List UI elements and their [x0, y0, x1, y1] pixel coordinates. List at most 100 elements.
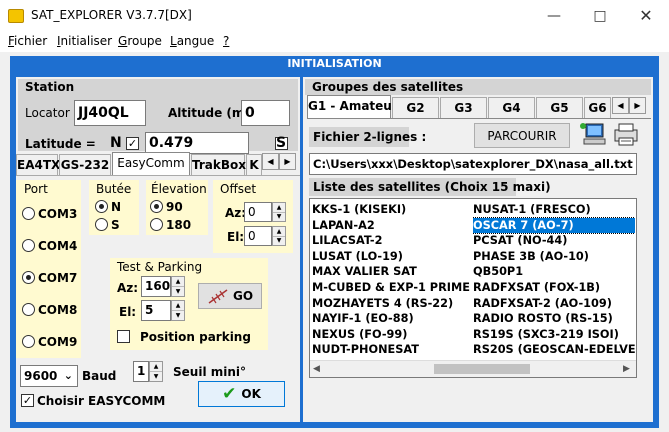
radio-icon: [150, 218, 163, 231]
choisir-easycomm-checkbox[interactable]: ✓ Choisir EASYCOMM: [21, 393, 165, 408]
minimize-icon[interactable]: —: [531, 0, 577, 31]
list-item[interactable]: M-CUBED & EXP-1 PRIME: [312, 280, 470, 296]
parking-az-input[interactable]: 160: [141, 276, 171, 297]
spin-down-icon[interactable]: ▼: [273, 237, 285, 246]
offset-az-spinner[interactable]: ▲ ▼: [272, 202, 286, 222]
close-icon[interactable]: ✕: [623, 0, 669, 31]
list-item[interactable]: PHASE 3B (AO-10): [473, 249, 635, 265]
printer-icon[interactable]: [611, 120, 641, 148]
seuil-input[interactable]: 1: [133, 361, 149, 382]
north-checkbox[interactable]: ✓: [126, 137, 139, 150]
spin-up-icon[interactable]: ▲: [150, 362, 162, 372]
tab-scroll-left-icon[interactable]: ◀: [262, 153, 279, 170]
app-icon: [8, 9, 24, 23]
spin-up-icon[interactable]: ▲: [172, 277, 184, 287]
port-option-com8[interactable]: COM8: [22, 302, 77, 317]
spin-up-icon[interactable]: ▲: [172, 301, 184, 311]
list-item[interactable]: MAX VALIER SAT: [312, 264, 470, 280]
parking-el-spinner[interactable]: ▲ ▼: [171, 300, 185, 321]
elevation-option-90[interactable]: 90: [150, 199, 183, 214]
list-item[interactable]: PCSAT (NO-44): [473, 233, 635, 249]
scrollbar-thumb[interactable]: [434, 364, 530, 374]
menu-fichier[interactable]: Fichier: [8, 34, 47, 48]
list-item[interactable]: LUSAT (LO-19): [312, 249, 470, 265]
list-item[interactable]: NUDT-PHONESAT: [312, 342, 470, 358]
browse-button[interactable]: PARCOURIR: [474, 123, 570, 148]
spin-down-icon[interactable]: ▼: [172, 311, 184, 320]
parking-el-input[interactable]: 5: [141, 300, 171, 321]
tab-g2[interactable]: G2: [392, 97, 439, 118]
offset-el-spinner[interactable]: ▲ ▼: [272, 226, 286, 246]
list-item[interactable]: NEXUS (FO-99): [312, 327, 470, 343]
port-option-com9[interactable]: COM9: [22, 334, 77, 349]
tab-k[interactable]: K: [246, 154, 262, 175]
list-item[interactable]: RADFXSAT (FOX-1B): [473, 280, 635, 296]
tab-ea4tx[interactable]: EA4TX: [16, 154, 60, 175]
menu-groupe[interactable]: Groupe: [118, 34, 162, 48]
butee-title: Butée: [96, 182, 132, 196]
maximize-icon[interactable]: □: [577, 0, 623, 31]
menu-langue[interactable]: Langue: [170, 34, 214, 48]
satellite-list[interactable]: KKS-1 (KISEKI) LAPAN-A2 LILACSAT-2 LUSAT…: [309, 198, 637, 378]
elevation-option-180[interactable]: 180: [150, 217, 191, 232]
spin-down-icon[interactable]: ▼: [172, 287, 184, 296]
spin-up-icon[interactable]: ▲: [273, 203, 285, 213]
groups-tab-divider: [307, 118, 651, 119]
go-button[interactable]: GO: [198, 283, 262, 309]
spin-down-icon[interactable]: ▼: [150, 372, 162, 381]
spin-up-icon[interactable]: ▲: [273, 227, 285, 237]
offset-el-input[interactable]: 0: [244, 226, 272, 246]
menu-help[interactable]: ?: [223, 34, 229, 48]
list-item[interactable]: RADIO ROSTO (RS-15): [473, 311, 635, 327]
locator-input[interactable]: JJ40QL: [74, 100, 146, 126]
tab-g4[interactable]: G4: [488, 97, 535, 118]
window-title: SAT_EXPLORER V3.7.7[DX]: [31, 8, 192, 22]
butee-option-s[interactable]: S: [95, 217, 120, 232]
list-item[interactable]: NAYIF-1 (EO-88): [312, 311, 470, 327]
butee-option-n[interactable]: N: [95, 199, 121, 214]
spin-down-icon[interactable]: ▼: [273, 213, 285, 222]
scroll-left-icon[interactable]: ◀: [313, 364, 320, 374]
horizontal-scrollbar[interactable]: ◀ ▶: [310, 360, 636, 377]
tab-g1-amateur[interactable]: G1 - Amateur: [307, 95, 398, 118]
tab-gs232[interactable]: GS-232: [59, 154, 111, 175]
ok-button[interactable]: ✔ OK: [198, 381, 285, 407]
radio-selected-icon: [95, 200, 108, 213]
baud-select[interactable]: 9600 ⌄: [20, 365, 78, 387]
position-parking-checkbox[interactable]: Position parking: [117, 329, 251, 344]
page-title: INITIALISATION: [10, 56, 659, 71]
altitude-input[interactable]: 0: [241, 100, 290, 126]
groups-tab-right-icon[interactable]: ▶: [629, 97, 646, 114]
tab-g5[interactable]: G5: [536, 97, 583, 118]
list-item[interactable]: RADFXSAT-2 (AO-109): [473, 296, 635, 312]
latitude-input[interactable]: 0.479: [145, 132, 249, 154]
list-item[interactable]: LAPAN-A2: [312, 218, 470, 234]
list-item[interactable]: QB50P1: [473, 264, 635, 280]
list-item[interactable]: LILACSAT-2: [312, 233, 470, 249]
groups-tab-left-icon[interactable]: ◀: [612, 97, 629, 114]
tab-g6[interactable]: G6: [584, 97, 611, 118]
radio-icon: [22, 239, 35, 252]
tab-trakbox[interactable]: TrakBox: [191, 154, 246, 175]
seuil-spinner[interactable]: ▲ ▼: [149, 361, 163, 382]
list-item[interactable]: RS20S (GEOSCAN-EDELVEIS: [473, 342, 635, 358]
list-item[interactable]: NUSAT-1 (FRESCO): [473, 202, 635, 218]
parking-az-spinner[interactable]: ▲ ▼: [171, 276, 185, 297]
menu-initialiser[interactable]: Initialiser: [57, 34, 112, 48]
list-title: Liste des satellites (Choix 15 maxi): [313, 180, 551, 194]
offset-az-input[interactable]: 0: [244, 202, 272, 222]
tab-easycomm[interactable]: EasyComm: [112, 152, 190, 175]
computer-icon[interactable]: [579, 120, 609, 148]
tab-scroll-right-icon[interactable]: ▶: [279, 153, 296, 170]
offset-el-label: El:: [227, 230, 245, 244]
scroll-right-icon[interactable]: ▶: [623, 364, 630, 374]
tab-g3[interactable]: G3: [440, 97, 487, 118]
file-path-input[interactable]: C:\Users\xxx\Desktop\satexplorer_DX\nasa…: [309, 153, 637, 175]
list-item[interactable]: KKS-1 (KISEKI): [312, 202, 470, 218]
port-option-com4[interactable]: COM4: [22, 238, 77, 253]
port-option-com7[interactable]: COM7: [22, 270, 77, 285]
port-option-com3[interactable]: COM3: [22, 206, 77, 221]
list-item-selected[interactable]: OSCAR 7 (AO-7): [473, 216, 635, 235]
list-item[interactable]: MOZHAYETS 4 (RS-22): [312, 296, 470, 312]
list-item[interactable]: RS19S (SXC3-219 ISOI): [473, 327, 635, 343]
